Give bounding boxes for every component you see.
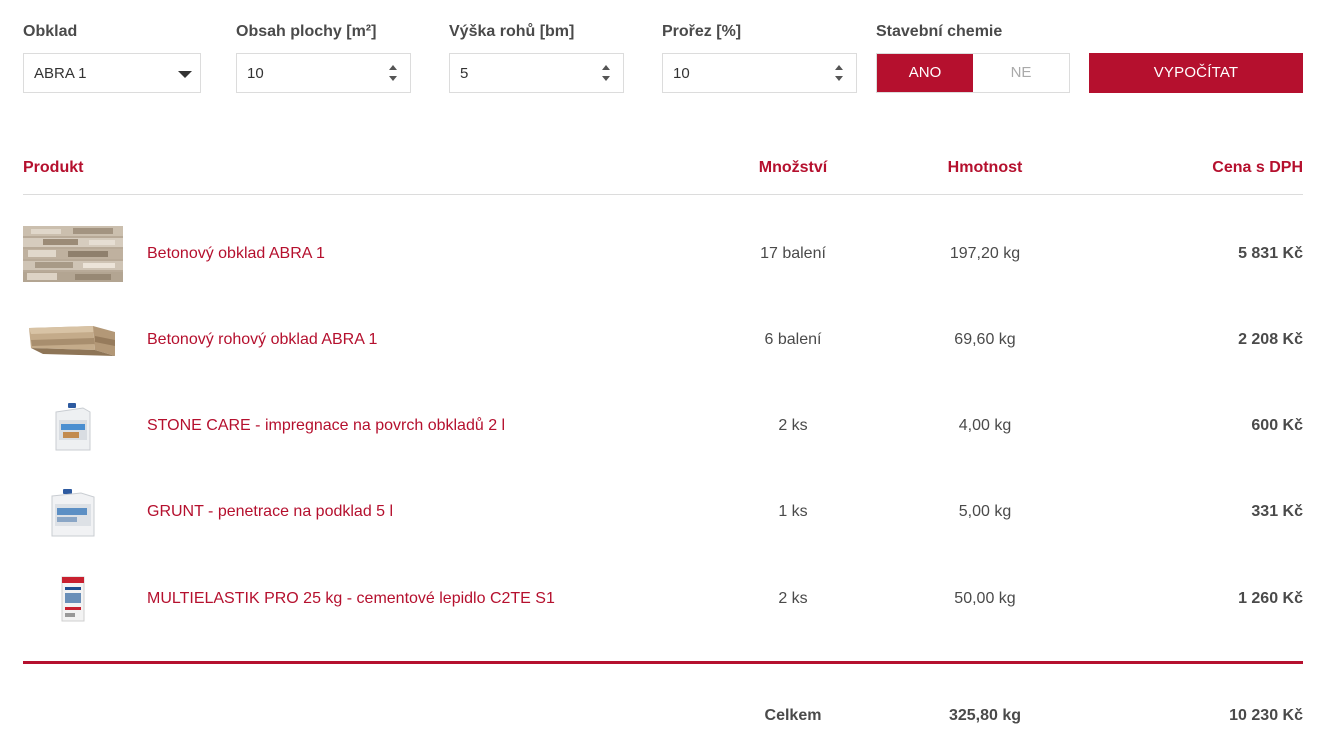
product-name-link[interactable]: MULTIELASTIK PRO 25 kg - cementové lepid… bbox=[147, 569, 555, 629]
row-quantity: 17 balení bbox=[760, 245, 826, 262]
corner-tile-image[interactable] bbox=[23, 312, 123, 368]
tile-select-value: ABRA 1 bbox=[34, 65, 87, 82]
col-header-weight: Hmotnost bbox=[947, 159, 1023, 176]
area-label: Obsah plochy [m²] bbox=[236, 23, 377, 40]
chevron-down-icon bbox=[178, 71, 192, 78]
tile-field: Obklad bbox=[23, 22, 77, 42]
area-input[interactable]: 10 bbox=[236, 53, 411, 93]
table-row: GRUNT - penetrace na podklad 5 l 1 ks 5,… bbox=[0, 482, 1340, 542]
total-weight: 325,80 kg bbox=[948, 707, 1022, 724]
area-input-value: 10 bbox=[247, 65, 264, 82]
chem-yes-button[interactable]: ANO bbox=[877, 54, 973, 92]
product-name-link[interactable]: Betonový rohový obklad ABRA 1 bbox=[147, 310, 377, 370]
row-weight: 197,20 kg bbox=[949, 245, 1021, 262]
table-row: Betonový obklad ABRA 1 17 balení 197,20 … bbox=[0, 224, 1340, 284]
stone-tile-image[interactable] bbox=[23, 226, 123, 282]
area-field: Obsah plochy [m²] bbox=[236, 22, 376, 42]
row-price: 1 260 Kč bbox=[1238, 590, 1303, 607]
chem-label: Stavební chemie bbox=[876, 23, 1003, 40]
corner-input-value: 5 bbox=[460, 65, 469, 82]
total-price: 10 230 Kč bbox=[1229, 707, 1303, 724]
corner-input[interactable]: 5 bbox=[449, 53, 624, 93]
area-stepper-icon[interactable] bbox=[388, 65, 398, 83]
col-header-quantity: Množství bbox=[758, 159, 828, 176]
row-quantity: 6 balení bbox=[764, 331, 822, 348]
row-weight: 5,00 kg bbox=[958, 503, 1012, 520]
product-name-link[interactable]: Betonový obklad ABRA 1 bbox=[147, 224, 325, 284]
col-header-product: Produkt bbox=[23, 159, 84, 176]
canister-image[interactable] bbox=[23, 484, 123, 540]
chem-no-button[interactable]: NE bbox=[973, 54, 1069, 92]
waste-input[interactable]: 10 bbox=[662, 53, 857, 93]
waste-input-value: 10 bbox=[673, 65, 690, 82]
calculate-button[interactable]: VYPOČÍTAT bbox=[1089, 53, 1303, 93]
tile-label: Obklad bbox=[23, 23, 78, 40]
col-header-price: Cena s DPH bbox=[1212, 159, 1303, 176]
table-row: Betonový rohový obklad ABRA 1 6 balení 6… bbox=[0, 310, 1340, 370]
waste-label: Prořez [%] bbox=[662, 23, 742, 40]
row-price: 331 Kč bbox=[1251, 503, 1303, 520]
chem-toggle: ANO NE bbox=[876, 53, 1070, 93]
waste-stepper-icon[interactable] bbox=[834, 65, 844, 83]
product-name-link[interactable]: GRUNT - penetrace na podklad 5 l bbox=[147, 482, 393, 542]
bag-image[interactable] bbox=[23, 571, 123, 627]
canister-image[interactable] bbox=[23, 398, 123, 454]
row-price: 2 208 Kč bbox=[1238, 331, 1303, 348]
corner-stepper-icon[interactable] bbox=[601, 65, 611, 83]
product-name-link[interactable]: STONE CARE - impregnace na povrch obklad… bbox=[147, 396, 505, 456]
header-divider bbox=[23, 194, 1303, 195]
total-divider bbox=[23, 661, 1303, 664]
row-quantity: 2 ks bbox=[778, 590, 808, 607]
row-weight: 69,60 kg bbox=[954, 331, 1016, 348]
tile-select[interactable]: ABRA 1 bbox=[23, 53, 201, 93]
table-row: MULTIELASTIK PRO 25 kg - cementové lepid… bbox=[0, 569, 1340, 629]
corner-field: Výška rohů [bm] bbox=[449, 22, 574, 42]
row-weight: 50,00 kg bbox=[954, 590, 1016, 607]
row-price: 5 831 Kč bbox=[1238, 245, 1303, 262]
row-price: 600 Kč bbox=[1251, 417, 1303, 434]
chem-field: Stavební chemie bbox=[876, 22, 1002, 42]
waste-field: Prořez [%] bbox=[662, 22, 741, 42]
row-quantity: 1 ks bbox=[778, 503, 808, 520]
table-row: STONE CARE - impregnace na povrch obklad… bbox=[0, 396, 1340, 456]
row-weight: 4,00 kg bbox=[958, 417, 1012, 434]
corner-label: Výška rohů [bm] bbox=[449, 23, 575, 40]
row-quantity: 2 ks bbox=[778, 417, 808, 434]
total-label: Celkem bbox=[764, 707, 822, 724]
